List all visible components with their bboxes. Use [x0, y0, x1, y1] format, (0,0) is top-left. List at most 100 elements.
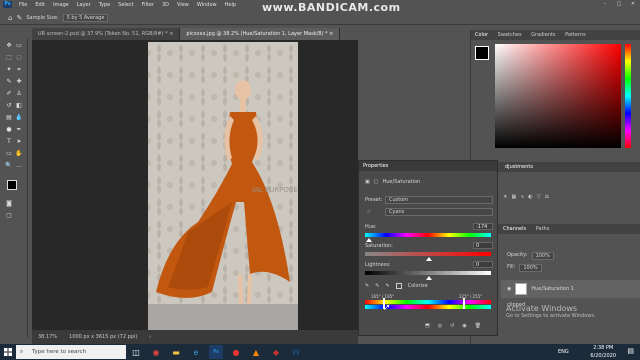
tab-color[interactable]: Color — [471, 30, 493, 40]
more-tools-icon[interactable]: … — [15, 162, 23, 169]
mask-icon[interactable]: ▢ — [374, 179, 379, 185]
fill-field[interactable]: 100% — [519, 264, 542, 272]
saturation-slider-thumb[interactable] — [426, 257, 432, 261]
pen-tool-icon[interactable]: ✒ — [15, 126, 23, 133]
photoshop-taskbar-icon[interactable]: Ps — [209, 345, 223, 359]
close-icon[interactable]: ✕ — [626, 0, 640, 9]
screen-mode-icon[interactable]: ▢ — [5, 212, 13, 219]
move-tool-icon[interactable]: ✥ — [5, 42, 13, 49]
zoom-tool-icon[interactable]: 🔍 — [5, 162, 13, 169]
close-icon[interactable]: × — [329, 31, 333, 37]
layer-name[interactable]: Hue/Saturation 1 — [531, 286, 574, 292]
task-view-icon[interactable]: ◫ — [129, 345, 143, 359]
eyedropper-plus-icon[interactable]: ✎ — [375, 283, 379, 289]
menu-3d[interactable]: 3D — [158, 2, 173, 8]
colorize-checkbox[interactable] — [395, 283, 402, 289]
tab-channels[interactable]: Channels — [499, 224, 531, 234]
menu-select[interactable]: Select — [114, 2, 137, 8]
tab-ur-screen[interactable]: UR screen-2.psd @ 37.9% (Token No. 51, R… — [32, 28, 181, 40]
clone-stamp-icon[interactable]: ♙ — [15, 90, 23, 97]
eye-icon[interactable]: ◉ — [507, 286, 511, 292]
photoshop-app-icon[interactable]: Ps — [3, 1, 12, 8]
levels-icon[interactable]: ▦ — [511, 194, 516, 214]
tab-picxxxx[interactable]: picxxxx.jpg @ 38.2% (Hue/Saturation 1, L… — [180, 28, 341, 40]
saturation-slider-track[interactable] — [365, 252, 491, 256]
status-arrow-icon[interactable]: › — [149, 334, 151, 340]
taskbar-search-input[interactable]: ⌕ Type here to search — [16, 345, 126, 359]
menu-view[interactable]: View — [173, 2, 193, 8]
vibrance-icon[interactable]: ▽ — [537, 194, 541, 214]
artboard-tool-icon[interactable]: ▭ — [15, 42, 23, 49]
preset-select[interactable]: Custom — [385, 196, 493, 204]
edge-icon[interactable]: e — [189, 345, 203, 359]
system-clock[interactable]: 2:38 PM 6/20/2020 — [590, 344, 616, 360]
menu-window[interactable]: Window — [193, 2, 221, 8]
dodge-tool-icon[interactable]: ● — [5, 126, 13, 133]
menu-help[interactable]: Help — [221, 2, 240, 8]
brightness-icon[interactable]: ☀ — [503, 194, 507, 214]
adjustment-layer-icon[interactable]: ▣ — [365, 179, 370, 185]
tab-gradients[interactable]: Gradients — [527, 30, 559, 40]
sample-size-select[interactable]: 5 by 5 Average — [62, 14, 109, 22]
menu-filter[interactable]: Filter — [138, 2, 158, 8]
maximize-icon[interactable]: □ — [612, 0, 626, 9]
notification-icon[interactable]: ▤ — [627, 347, 634, 355]
color-picker-field[interactable] — [495, 44, 621, 148]
hue-slider[interactable] — [625, 44, 631, 148]
tab-paths[interactable]: Paths — [532, 224, 554, 234]
hue-value-field[interactable]: -174 — [473, 223, 493, 230]
blur-tool-icon[interactable]: 💧 — [15, 114, 23, 121]
view-previous-icon[interactable]: ◎ — [438, 323, 442, 329]
marquee-tool-icon[interactable]: ⬚ — [5, 54, 13, 61]
healing-brush-icon[interactable]: ✚ — [15, 78, 23, 85]
word-icon[interactable]: W — [289, 345, 303, 359]
chrome-icon[interactable]: ◉ — [149, 345, 163, 359]
eyedropper-minus-icon[interactable]: ✎ — [385, 283, 389, 289]
color-panel-foreground-swatch[interactable] — [475, 46, 489, 60]
lasso-tool-icon[interactable]: ◌ — [15, 54, 23, 61]
close-icon[interactable]: × — [169, 31, 173, 37]
hand-tool-icon[interactable]: ✋ — [15, 150, 23, 157]
reset-icon[interactable]: ↺ — [450, 323, 454, 329]
language-indicator[interactable]: ENG — [558, 349, 569, 355]
tab-adjustments[interactable]: djustments — [501, 162, 537, 172]
menu-layer[interactable]: Layer — [73, 2, 95, 8]
eyedropper-tool-icon[interactable]: ✎ — [16, 14, 22, 22]
curves-icon[interactable]: ∿ — [520, 194, 524, 214]
brush-tool-icon[interactable]: ✐ — [5, 90, 13, 97]
eyedropper-icon[interactable]: ✎ — [5, 78, 13, 85]
quick-mask-icon[interactable]: ◙ — [5, 200, 13, 207]
exposure-icon[interactable]: ◐ — [528, 194, 532, 214]
file-explorer-icon[interactable]: ▬ — [169, 345, 183, 359]
document-image[interactable]: IAL PURPOSES — [148, 42, 298, 330]
foreground-color-swatch[interactable] — [7, 180, 17, 190]
quick-select-tool-icon[interactable]: ✦ — [5, 66, 13, 73]
channel-select[interactable]: Cyans — [385, 208, 493, 216]
minimize-icon[interactable]: – — [598, 0, 612, 9]
home-icon[interactable]: ⌂ — [8, 14, 12, 22]
tab-swatches[interactable]: Swatches — [494, 30, 526, 40]
layer-row-hue-saturation[interactable]: ◉ Hue/Saturation 1 — [501, 280, 640, 298]
path-select-icon[interactable]: ➤ — [15, 138, 23, 145]
lightness-slider-thumb[interactable] — [426, 276, 432, 280]
balance-icon[interactable]: ⚖ — [545, 194, 549, 214]
targeted-adjustment-hand-icon[interactable]: ☝ — [367, 209, 370, 215]
zoom-level[interactable]: 38.17% — [38, 334, 57, 340]
hue-slider-track[interactable] — [365, 233, 491, 237]
eyedropper-icon[interactable]: ✎ — [365, 283, 369, 289]
menu-image[interactable]: Image — [49, 2, 73, 8]
layer-mask-thumbnail[interactable] — [515, 283, 528, 295]
hue-slider-thumb[interactable] — [366, 238, 372, 242]
record-icon[interactable]: ● — [229, 345, 243, 359]
gradient-tool-icon[interactable]: ▤ — [5, 114, 13, 121]
document-info[interactable]: 1000 px x 3615 px (72 ppi) — [69, 334, 137, 340]
saturation-value-field[interactable]: 0 — [473, 242, 493, 249]
opacity-field[interactable]: 100% — [531, 252, 554, 260]
lightness-slider-track[interactable] — [365, 271, 491, 275]
history-brush-icon[interactable]: ↺ — [5, 102, 13, 109]
visibility-icon[interactable]: ◉ — [462, 323, 466, 329]
vlc-icon[interactable]: ▲ — [249, 345, 263, 359]
crop-tool-icon[interactable]: ⌗ — [15, 66, 23, 73]
type-tool-icon[interactable]: T — [5, 138, 13, 145]
menu-file[interactable]: File — [15, 2, 31, 8]
